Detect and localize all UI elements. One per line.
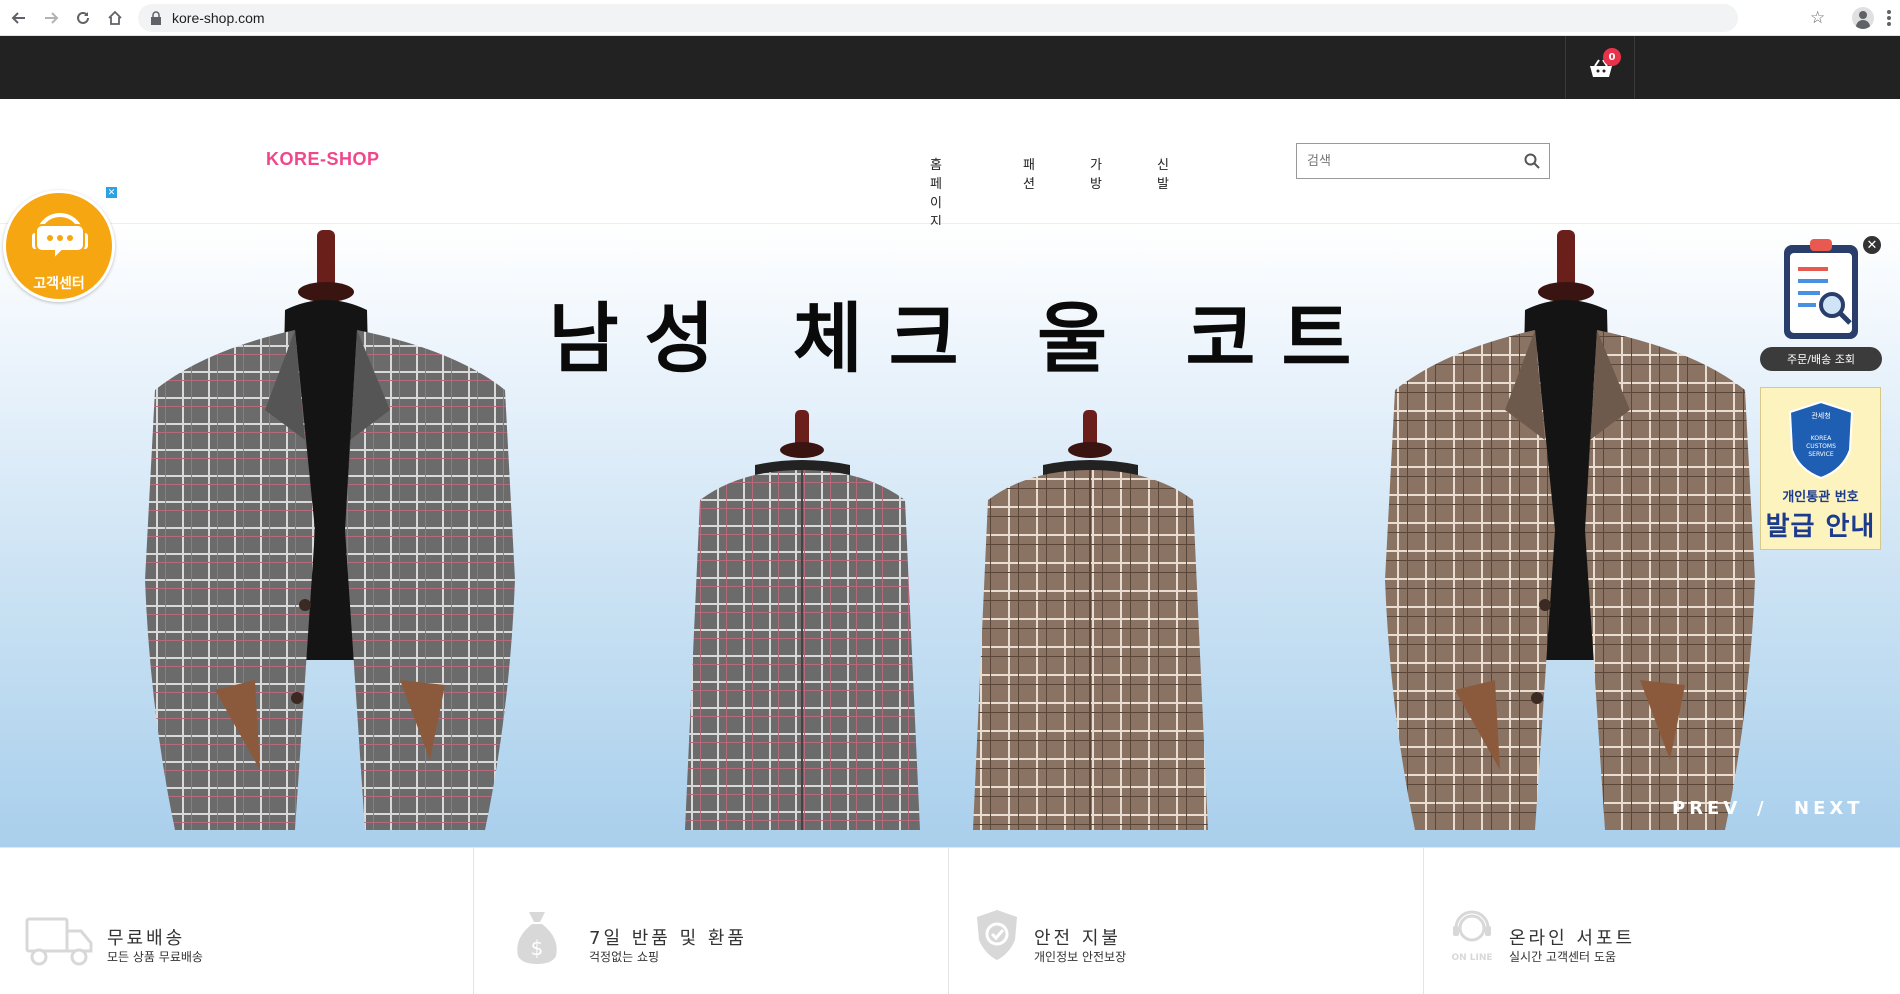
back-icon[interactable]	[8, 7, 30, 29]
customer-center-label: 고객센터	[33, 276, 85, 292]
lock-icon	[151, 11, 161, 25]
nav-item-shoes[interactable]: 신발	[1157, 154, 1169, 192]
feature-title: 7일 반품 및 환품	[589, 928, 747, 949]
customs-line2: 발급 안내	[1765, 512, 1876, 542]
cart-button[interactable]: 0	[1565, 36, 1635, 99]
gray-coat-back-image	[685, 410, 920, 830]
truck-icon	[25, 917, 93, 966]
chat-headset-icon	[32, 213, 88, 262]
url-text: kore-shop.com	[172, 10, 265, 26]
site-logo[interactable]: KORE-SHOP	[266, 149, 380, 170]
top-bar: 0	[0, 36, 1900, 99]
slide-nav-separator: /	[1757, 798, 1768, 819]
next-slide-button[interactable]: NEXT	[1794, 798, 1864, 819]
home-icon[interactable]	[104, 7, 126, 29]
feature-free-shipping: 무료배송 모든 상품 무료배송	[0, 848, 475, 994]
customs-badge-top-text: 관세청	[1811, 411, 1830, 420]
hero-title: 남성 체크 울 코트	[548, 294, 1378, 383]
profile-avatar-icon[interactable]	[1852, 7, 1874, 29]
site-header: KORE-SHOP 홈페이지 패션 가방 신발	[0, 99, 1900, 230]
search-box	[1296, 143, 1550, 179]
search-input[interactable]	[1297, 144, 1507, 178]
search-icon[interactable]	[1524, 153, 1540, 169]
feature-online-support: ON LINE 온라인 서포트 실시간 고객센터 도움	[1423, 848, 1898, 994]
money-bag-icon: $	[517, 912, 557, 964]
customs-number-banner[interactable]: 관세청 KOREA CUSTOMS SERVICE 개인통관 번호 발급 안내	[1760, 387, 1881, 550]
nav-item-home[interactable]: 홈페이지	[930, 154, 942, 230]
feature-title: 온라인 서포트	[1509, 928, 1636, 949]
hero-banner[interactable]: 남성 체크 울 코트 PREV / NEXT	[0, 225, 1900, 847]
prev-slide-button[interactable]: PREV	[1672, 798, 1741, 819]
nav-item-bags[interactable]: 가방	[1090, 154, 1102, 192]
feature-subtitle: 개인정보 안전보장	[1034, 950, 1127, 964]
features-bar: 무료배송 모든 상품 무료배송 $ 7일 반품 및 환품 걱정없는 쇼핑 안전 …	[0, 847, 1900, 994]
cart-count-badge: 0	[1603, 48, 1621, 66]
svg-text:KOREA: KOREA	[1811, 435, 1832, 442]
browser-toolbar: kore-shop.com ☆	[0, 0, 1900, 36]
svg-text:SERVICE: SERVICE	[1808, 451, 1834, 458]
browser-menu-icon[interactable]	[1884, 8, 1894, 28]
brown-coat-back-image	[973, 410, 1208, 830]
feature-title: 안전 지불	[1034, 928, 1121, 949]
feature-secure-payment: 안전 지불 개인정보 안전보장	[948, 848, 1423, 994]
feature-title: 무료배송	[107, 928, 186, 949]
svg-text:$: $	[531, 936, 544, 960]
customer-center-close-icon[interactable]: ✕	[106, 187, 117, 198]
reload-icon[interactable]	[72, 7, 94, 29]
customs-shield-icon: 관세청 KOREA CUSTOMS SERVICE	[1788, 400, 1854, 480]
shield-check-icon	[977, 910, 1017, 960]
nav-item-fashion[interactable]: 패션	[1023, 154, 1035, 192]
feature-subtitle: 실시간 고객센터 도움	[1509, 950, 1616, 964]
address-bar[interactable]: kore-shop.com	[138, 4, 1738, 32]
feature-subtitle: 걱정없는 쇼핑	[589, 950, 660, 964]
bookmark-star-icon[interactable]: ☆	[1810, 8, 1825, 28]
customs-line1: 개인통관 번호	[1782, 490, 1859, 505]
customer-center-button[interactable]: 고객센터	[3, 190, 115, 302]
support-agent-icon: ON LINE	[1451, 910, 1493, 963]
order-lookup-close-icon[interactable]: ✕	[1862, 235, 1882, 255]
forward-icon[interactable]	[40, 7, 62, 29]
svg-text:ON LINE: ON LINE	[1451, 953, 1492, 963]
feature-returns: $ 7일 반품 및 환품 걱정없는 쇼핑	[473, 848, 948, 994]
order-lookup-button[interactable]: 주문/배송 조회	[1760, 347, 1882, 371]
feature-subtitle: 모든 상품 무료배송	[107, 950, 203, 964]
svg-text:CUSTOMS: CUSTOMS	[1806, 443, 1836, 450]
